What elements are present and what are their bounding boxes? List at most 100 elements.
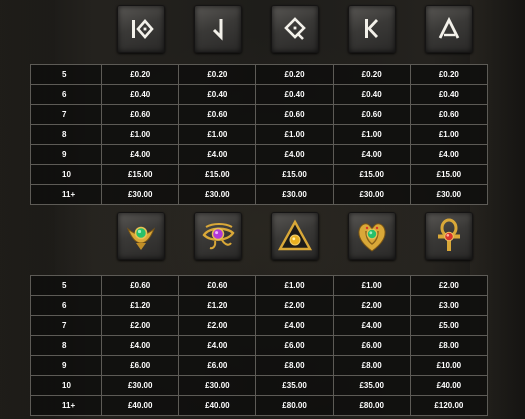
- payout-cell: £0.60: [409, 104, 489, 125]
- a-symbol-tile: [425, 5, 473, 53]
- q-symbol-tile: [271, 5, 319, 53]
- payout-cell: £2.00: [409, 275, 489, 296]
- payout-cell: £4.00: [332, 315, 411, 336]
- ten-symbol-tile: [117, 5, 165, 53]
- payout-cell: £1.00: [178, 124, 257, 145]
- payout-cell: £0.20: [178, 64, 257, 85]
- payout-cell: £6.00: [178, 355, 257, 376]
- payout-cell: £0.20: [101, 64, 180, 85]
- payout-cell: £40.00: [101, 395, 180, 416]
- ten-symbol-icon: [132, 19, 154, 39]
- payout-cell: £15.00: [409, 164, 489, 185]
- payout-cell: £0.20: [332, 64, 411, 85]
- payout-cell: £4.00: [332, 144, 411, 165]
- payout-cell: £0.20: [255, 64, 334, 85]
- payout-cell: £4.00: [255, 315, 334, 336]
- payout-cell: £4.00: [178, 335, 257, 356]
- payout-cell: £15.00: [255, 164, 334, 185]
- symbol-count-cell: 9: [29, 144, 103, 165]
- paytable-row: 10 £30.00 £30.00 £35.00 £35.00 £40.00: [29, 375, 489, 396]
- paytable-row: 6 £0.40 £0.40 £0.40 £0.40 £0.40: [29, 84, 489, 105]
- symbol-count-cell: 6: [29, 84, 103, 105]
- symbol-count-cell: 7: [29, 315, 103, 336]
- payout-cell: £1.00: [101, 124, 180, 145]
- payout-cell: £4.00: [101, 144, 180, 165]
- symbol-count-cell: 11+: [29, 184, 103, 205]
- payout-cell: £15.00: [101, 164, 180, 185]
- payout-cell: £0.60: [255, 104, 334, 125]
- payout-cell: £0.40: [409, 84, 489, 105]
- paytable-row: 5 £0.60 £0.60 £1.00 £1.00 £2.00: [29, 275, 489, 296]
- payout-cell: £40.00: [178, 395, 257, 416]
- payout-cell: £3.00: [409, 295, 489, 316]
- pyramid-symbol-tile: [271, 212, 319, 260]
- paytable-row: 11+ £30.00 £30.00 £30.00 £30.00 £30.00: [29, 184, 489, 205]
- scarab-symbol-tile: [117, 212, 165, 260]
- payout-cell: £5.00: [409, 315, 489, 336]
- payout-cell: £4.00: [255, 144, 334, 165]
- paytable-row: 7 £0.60 £0.60 £0.60 £0.60 £0.60: [29, 104, 489, 125]
- paytable-row: 6 £1.20 £1.20 £2.00 £2.00 £3.00: [29, 295, 489, 316]
- cobra-symbol-tile: [348, 212, 396, 260]
- payout-cell: £2.00: [255, 295, 334, 316]
- payout-cell: £6.00: [332, 335, 411, 356]
- payout-cell: £0.40: [178, 84, 257, 105]
- payout-cell: £30.00: [178, 375, 257, 396]
- eye-symbol-tile: [194, 212, 242, 260]
- payout-cell: £30.00: [409, 184, 489, 205]
- payout-cell: £0.40: [332, 84, 411, 105]
- payout-cell: £8.00: [332, 355, 411, 376]
- symbol-count-cell: 6: [29, 295, 103, 316]
- payout-cell: £2.00: [332, 295, 411, 316]
- symbol-count-cell: 11+: [29, 395, 103, 416]
- j-symbol-tile: [194, 5, 242, 53]
- payout-cell: £30.00: [178, 184, 257, 205]
- paytable-row: 9 £4.00 £4.00 £4.00 £4.00 £4.00: [29, 144, 489, 165]
- payout-cell: £2.00: [101, 315, 180, 336]
- payout-cell: £1.00: [332, 124, 411, 145]
- paytable-row: 11+ £40.00 £40.00 £80.00 £80.00 £120.00: [29, 395, 489, 416]
- payout-cell: £1.00: [255, 275, 334, 296]
- payout-cell: £30.00: [332, 184, 411, 205]
- payout-cell: £4.00: [178, 144, 257, 165]
- paytable-row: 10 £15.00 £15.00 £15.00 £15.00 £15.00: [29, 164, 489, 185]
- payout-cell: £80.00: [332, 395, 411, 416]
- payout-cell: £0.40: [255, 84, 334, 105]
- symbol-count-cell: 9: [29, 355, 103, 376]
- payout-cell: £0.60: [178, 275, 257, 296]
- payout-cell: £6.00: [101, 355, 180, 376]
- payout-cell: £15.00: [178, 164, 257, 185]
- paytable-row: 8 £1.00 £1.00 £1.00 £1.00 £1.00: [29, 124, 489, 145]
- payout-cell: £2.00: [178, 315, 257, 336]
- high-symbols-paytable: 5 £0.60 £0.60 £1.00 £1.00 £2.00 6 £1.20 £1.20 £2.…: [29, 275, 489, 416]
- payout-cell: £0.20: [409, 64, 489, 85]
- payout-cell: £0.60: [178, 104, 257, 125]
- symbol-count-cell: 5: [29, 275, 103, 296]
- payout-cell: £0.60: [332, 104, 411, 125]
- paytable-row: 7 £2.00 £2.00 £4.00 £4.00 £5.00: [29, 315, 489, 336]
- high-symbols-row: [0, 212, 525, 268]
- ankh-symbol-tile: [425, 212, 473, 260]
- pyramid-eye-icon: [277, 219, 313, 251]
- scarab-amulet-icon: [126, 226, 156, 250]
- a-symbol-icon: [438, 16, 460, 39]
- payout-cell: £30.00: [255, 184, 334, 205]
- symbol-count-cell: 10: [29, 164, 103, 185]
- payout-cell: £30.00: [101, 375, 180, 396]
- payout-cell: £0.60: [101, 275, 180, 296]
- payout-cell: £0.60: [101, 104, 180, 125]
- symbol-count-cell: 8: [29, 124, 103, 145]
- payout-cell: £35.00: [332, 375, 411, 396]
- payout-cell: £1.00: [409, 124, 489, 145]
- payout-cell: £30.00: [101, 184, 180, 205]
- paytable-row: 8 £4.00 £4.00 £6.00 £6.00 £8.00: [29, 335, 489, 356]
- symbol-count-cell: 7: [29, 104, 103, 125]
- eye-of-horus-icon: [202, 223, 235, 250]
- payout-cell: £8.00: [409, 335, 489, 356]
- paytable-row: 9 £6.00 £6.00 £8.00 £8.00 £10.00: [29, 355, 489, 376]
- symbol-count-cell: 10: [29, 375, 103, 396]
- payout-cell: £1.20: [101, 295, 180, 316]
- payout-cell: £6.00: [255, 335, 334, 356]
- payout-cell: £80.00: [255, 395, 334, 416]
- payout-cell: £120.00: [409, 395, 489, 416]
